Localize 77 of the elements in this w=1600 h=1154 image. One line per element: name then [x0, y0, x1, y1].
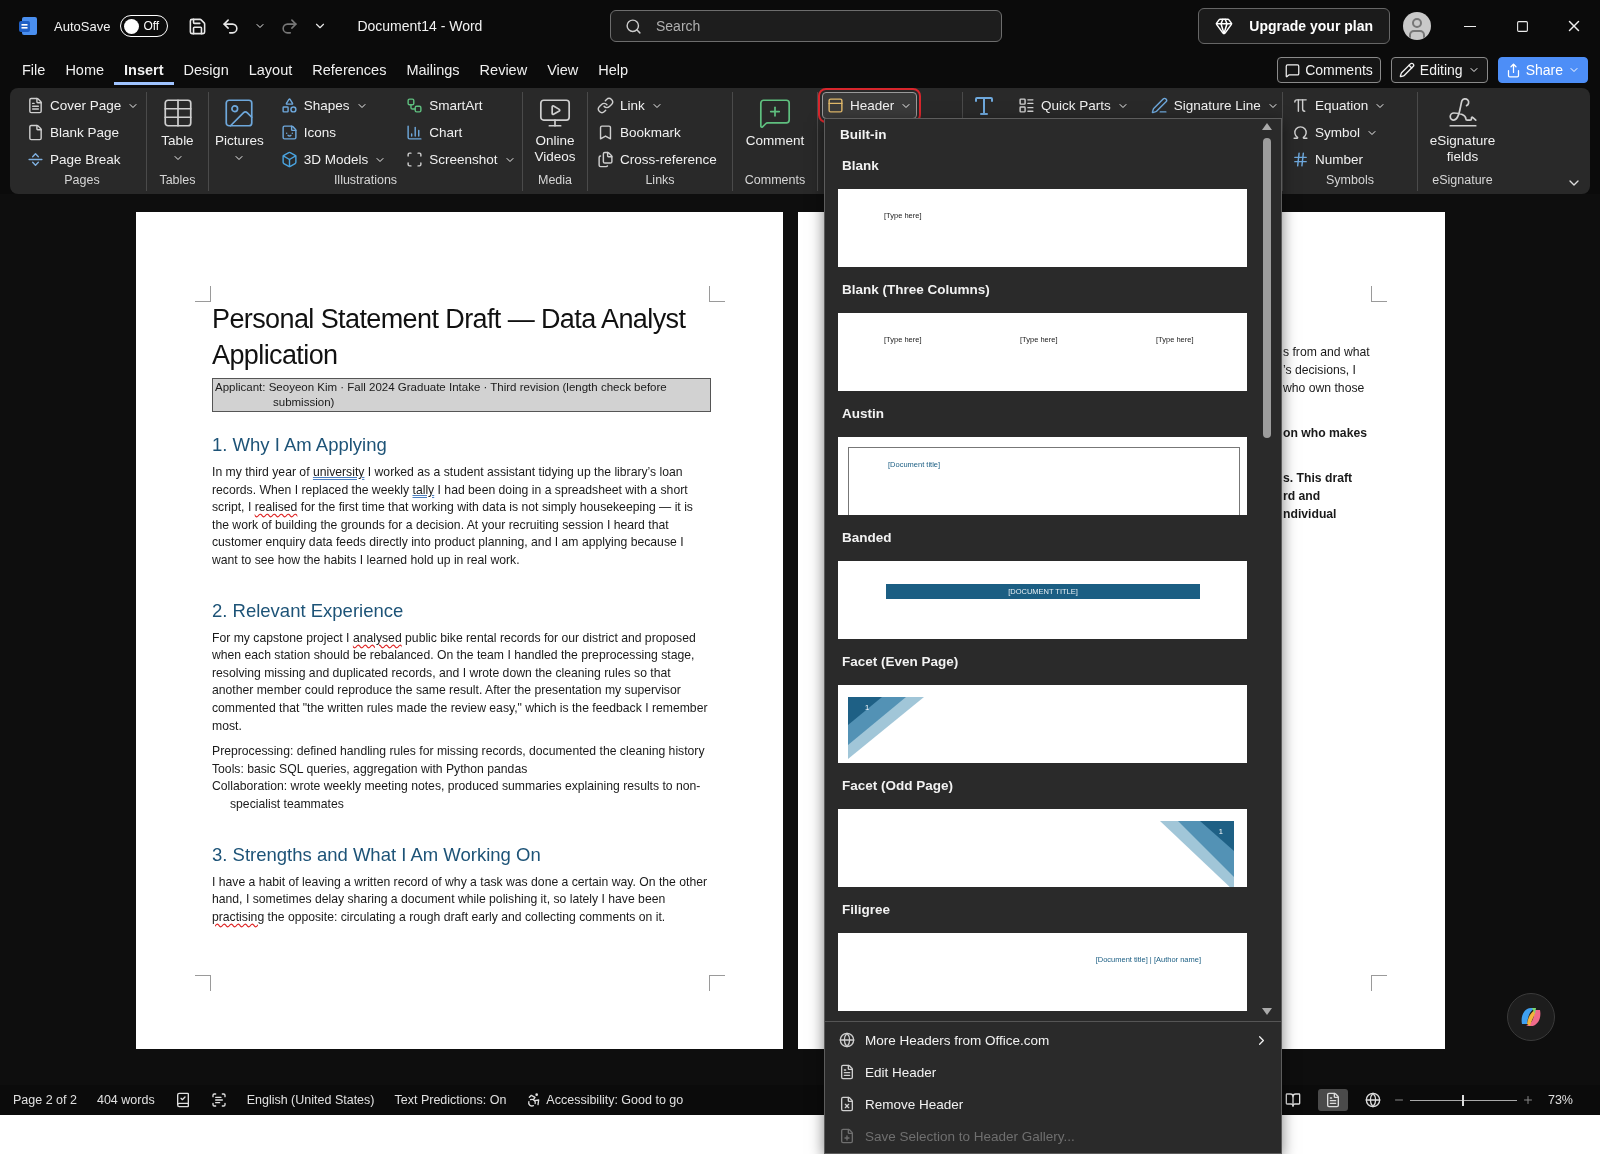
page-count[interactable]: Page 2 of 2	[13, 1093, 77, 1107]
ribbon-button[interactable]: Icons	[275, 119, 392, 146]
autosave-label: AutoSave	[54, 18, 111, 34]
gallery-item-name: Filigree	[841, 901, 891, 919]
menu-tab[interactable]: Insert	[114, 55, 174, 85]
section-heading: 3. Strengths and What I Am Working On	[212, 842, 542, 867]
document-title: Personal Statement Draft — Data Analyst Application	[212, 303, 687, 372]
ribbon-button[interactable]: Cover Page	[22, 92, 145, 119]
gallery-item-name: Facet (Odd Page)	[841, 777, 955, 795]
search-input[interactable]: Search	[654, 17, 987, 35]
ribbon-button[interactable]: Signature Line	[1145, 92, 1284, 119]
ribbon-button[interactable]: Comment	[743, 92, 807, 149]
section-heading: 1. Why I Am Applying	[212, 433, 388, 457]
paragraph-text: on who makes	[1283, 425, 1368, 442]
menu-tab[interactable]: Home	[55, 55, 115, 85]
ribbon-button[interactable]: Screenshot	[401, 146, 521, 173]
ribbon-button[interactable]: Quick Parts	[1013, 92, 1134, 119]
menu-tab[interactable]: Mailings	[396, 55, 470, 85]
menu-tab[interactable]: Help	[588, 55, 639, 85]
accessibility-label[interactable]: Accessibility: Good to go	[546, 1093, 684, 1107]
zoom-level[interactable]: 73%	[1547, 1093, 1573, 1107]
gallery-item-name: Banded	[841, 529, 893, 547]
group-label: Tables	[158, 173, 197, 189]
menu-tab[interactable]: File	[12, 55, 56, 85]
group-label: Illustrations	[332, 173, 399, 189]
ribbon-button[interactable]: Symbol	[1287, 119, 1392, 146]
group-label: eSignature	[1431, 173, 1494, 189]
ribbon-button[interactable]: eSignature fields	[1423, 92, 1502, 165]
ribbon-button[interactable]: 3D Models	[275, 146, 392, 173]
window-title: Document14 - Word	[357, 18, 483, 34]
paragraph-text: In my third year of university I worked as a student assistant tidying up the library’s loan records. When I replaced the weekly tally I had been doing in a spreadsheet with a short script, I realised for the first time that working with data is not simply housekeeping — it is the work of building the grounds for a decision. At your recruiting session I heard that customer enquiry data feeds directly into product planning, and I am applying because I want to see how the habits I learned hold up in real work.	[212, 464, 694, 569]
group-label: Comments	[743, 173, 807, 189]
ribbon-button[interactable]: Link	[592, 92, 722, 119]
ribbon-button[interactable]: Online Videos	[527, 92, 583, 165]
ribbon-button[interactable]: Pictures	[213, 92, 266, 164]
language-label[interactable]: English (United States)	[246, 1093, 375, 1107]
menu-item[interactable]: Remove Header	[825, 1088, 1281, 1120]
menu-item[interactable]: Edit Header	[825, 1056, 1281, 1088]
ribbon-button[interactable]: Chart	[401, 119, 521, 146]
ribbon-button[interactable]: Blank Page	[22, 119, 145, 146]
menu-tab[interactable]: Review	[469, 55, 538, 85]
menu-item[interactable]: More Headers from Office.com	[825, 1024, 1281, 1056]
ribbon-button[interactable]: Number	[1287, 146, 1392, 173]
ribbon-button[interactable]: Table	[158, 92, 197, 164]
paragraph-text: s from and what ’s decisions, I who own those	[1283, 344, 1371, 397]
menu-tab[interactable]: View	[537, 55, 589, 85]
search-field[interactable]: Search	[610, 10, 1002, 42]
section-heading: 2. Relevant Experience	[212, 598, 405, 623]
upgrade-button[interactable]: Upgrade your plan	[1198, 8, 1390, 44]
gallery-item-name: Austin	[841, 405, 885, 423]
menu-tab[interactable]: Design	[173, 55, 239, 85]
gallery-section-title: Built-in	[839, 126, 888, 144]
list-item: Preprocessing: defined handling rules for missing records, documented the cleaning history	[212, 743, 706, 761]
word-count[interactable]: 404 words	[96, 1093, 155, 1107]
ribbon-button[interactable]: Shapes	[275, 92, 392, 119]
ribbon-button[interactable]: Bookmark	[592, 119, 722, 146]
list-item: Tools: basic SQL queries, aggregation with Python pandas	[212, 760, 529, 778]
gallery-item-name: Blank (Three Columns)	[841, 281, 991, 299]
group-label: Symbols	[1325, 173, 1375, 189]
menu-tab[interactable]: Layout	[238, 55, 303, 85]
paragraph-text: I have a habit of leaving a written record of why a task was done a certain way. On the other hand, I sometimes delay sharing a document while polishing it, so lately I have been practising the opposite: circulating a rough draft early and collecting comments on it.	[212, 873, 708, 926]
gallery-item-name: Blank	[841, 157, 880, 175]
text-predictions-label[interactable]: Text Predictions: On	[394, 1093, 507, 1107]
ribbon-button[interactable]: SmartArt	[401, 92, 521, 119]
menu-tab[interactable]: References	[302, 55, 397, 85]
ribbon-button[interactable]: Cross-reference	[592, 146, 722, 173]
toolbar-button[interactable]: Editing	[1390, 57, 1488, 83]
list-item: Collaboration: wrote weekly meeting notes, produced summaries explaining results to non-specialist teammates	[212, 778, 702, 813]
group-label: Media	[536, 173, 573, 189]
toolbar-button[interactable]: Comments	[1277, 57, 1381, 83]
ribbon-button[interactable]: Page Break	[22, 146, 145, 173]
ribbon-button[interactable]: Equation	[1287, 92, 1392, 119]
paragraph-text: For my capstone project I analysed public bike rental records for our district and proposed when each station should be rebalanced. On the team I handled the preprocessing stage, resolving missing and duplicated records, and I wrote down the cleaning rules so that another member could reproduce the same result. After the presentation my supervisor commented that "the written rules made the review easy," which is the feedback I remember most.	[212, 629, 709, 735]
gallery-item-name: Facet (Even Page)	[841, 653, 960, 671]
group-label: Pages	[63, 173, 101, 189]
group-label: Links	[644, 173, 676, 189]
paragraph-text: s. This draft rd and ndividual	[1283, 470, 1354, 523]
